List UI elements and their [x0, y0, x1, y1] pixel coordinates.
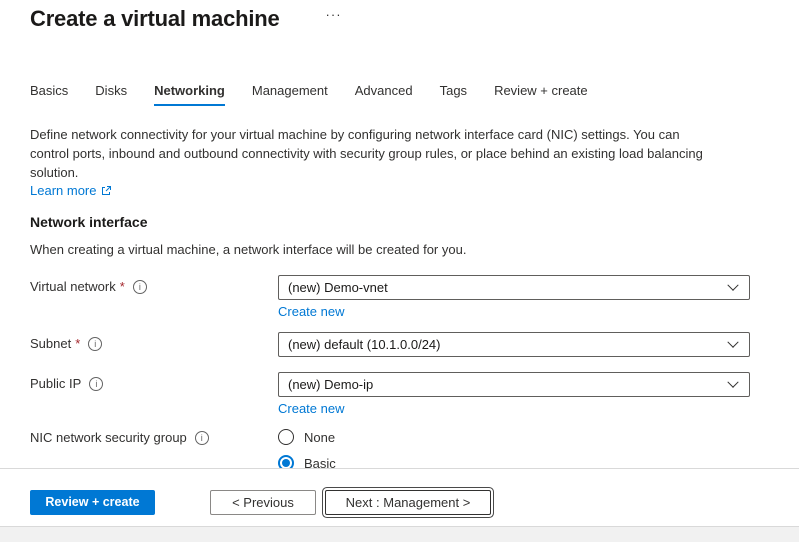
section-subtext: When creating a virtual machine, a netwo…: [30, 242, 799, 258]
public-ip-create-new-link[interactable]: Create new: [278, 401, 344, 416]
chevron-down-icon: [727, 336, 738, 347]
info-icon[interactable]: i: [89, 377, 103, 391]
virtual-network-label-group: Virtual network * i: [30, 275, 278, 294]
nsg-option-basic-label: Basic: [304, 456, 336, 469]
radio-unselected-icon: [278, 429, 294, 445]
form-row-virtual-network: Virtual network * i (new) Demo-vnet Crea…: [30, 275, 799, 321]
nic-nsg-options: None Basic Advanced: [278, 426, 750, 468]
info-icon[interactable]: i: [195, 431, 209, 445]
subnet-label: Subnet: [30, 336, 71, 351]
subnet-label-group: Subnet * i: [30, 332, 278, 351]
networking-description: Define network connectivity for your vir…: [30, 125, 718, 182]
page-header: Create a virtual machine ···: [0, 0, 799, 33]
tab-disks[interactable]: Disks: [95, 83, 127, 106]
nsg-option-none[interactable]: None: [278, 428, 750, 446]
tab-bar: Basics Disks Networking Management Advan…: [30, 83, 799, 106]
tab-basics[interactable]: Basics: [30, 83, 68, 106]
bottom-strip: [0, 526, 799, 542]
public-ip-label: Public IP: [30, 376, 81, 391]
tab-tags[interactable]: Tags: [440, 83, 467, 106]
subnet-control: (new) default (10.1.0.0/24): [278, 332, 750, 357]
nic-nsg-label: NIC network security group: [30, 430, 187, 445]
tab-networking[interactable]: Networking: [154, 83, 225, 106]
nsg-option-basic[interactable]: Basic: [278, 454, 750, 468]
info-glyph: i: [94, 339, 96, 349]
virtual-network-control: (new) Demo-vnet Create new: [278, 275, 750, 321]
tab-management[interactable]: Management: [252, 83, 328, 106]
create-vm-page: Create a virtual machine ··· Basics Disk…: [0, 0, 799, 542]
networking-form: Virtual network * i (new) Demo-vnet Crea…: [30, 275, 799, 468]
public-ip-dropdown[interactable]: (new) Demo-ip: [278, 372, 750, 397]
required-marker: *: [120, 279, 125, 294]
chevron-down-icon: [727, 279, 738, 290]
tab-advanced[interactable]: Advanced: [355, 83, 413, 106]
info-icon[interactable]: i: [133, 280, 147, 294]
external-link-icon: [100, 185, 112, 197]
info-glyph: i: [95, 379, 97, 389]
virtual-network-label: Virtual network: [30, 279, 116, 294]
radio-selected-icon: [278, 455, 294, 468]
content-area: Create a virtual machine ··· Basics Disk…: [0, 0, 799, 468]
public-ip-control: (new) Demo-ip Create new: [278, 372, 750, 418]
chevron-down-icon: [727, 376, 738, 387]
form-row-nic-nsg: NIC network security group i None Basic …: [30, 426, 799, 468]
section-heading-network-interface: Network interface: [30, 213, 799, 231]
virtual-network-dropdown[interactable]: (new) Demo-vnet: [278, 275, 750, 300]
public-ip-label-group: Public IP i: [30, 372, 278, 391]
nsg-option-none-label: None: [304, 430, 335, 445]
virtual-network-value: (new) Demo-vnet: [288, 280, 388, 295]
public-ip-value: (new) Demo-ip: [288, 377, 373, 392]
learn-more: Learn more: [30, 183, 799, 198]
form-row-subnet: Subnet * i (new) default (10.1.0.0/24): [30, 332, 799, 357]
subnet-dropdown[interactable]: (new) default (10.1.0.0/24): [278, 332, 750, 357]
subnet-value: (new) default (10.1.0.0/24): [288, 337, 440, 352]
form-row-public-ip: Public IP i (new) Demo-ip Create new: [30, 372, 799, 418]
tab-review-create[interactable]: Review + create: [494, 83, 588, 106]
virtual-network-create-new-link[interactable]: Create new: [278, 304, 344, 319]
learn-more-link[interactable]: Learn more: [30, 183, 96, 198]
info-icon[interactable]: i: [88, 337, 102, 351]
previous-button[interactable]: < Previous: [210, 490, 316, 515]
info-glyph: i: [139, 282, 141, 292]
info-glyph: i: [201, 433, 203, 443]
required-marker: *: [75, 336, 80, 351]
next-management-button[interactable]: Next : Management >: [325, 490, 491, 515]
more-options-icon[interactable]: ···: [326, 7, 342, 23]
review-create-button[interactable]: Review + create: [30, 490, 155, 515]
nic-nsg-label-group: NIC network security group i: [30, 426, 278, 445]
page-title: Create a virtual machine: [30, 5, 280, 33]
wizard-footer: Review + create < Previous Next : Manage…: [0, 468, 799, 526]
